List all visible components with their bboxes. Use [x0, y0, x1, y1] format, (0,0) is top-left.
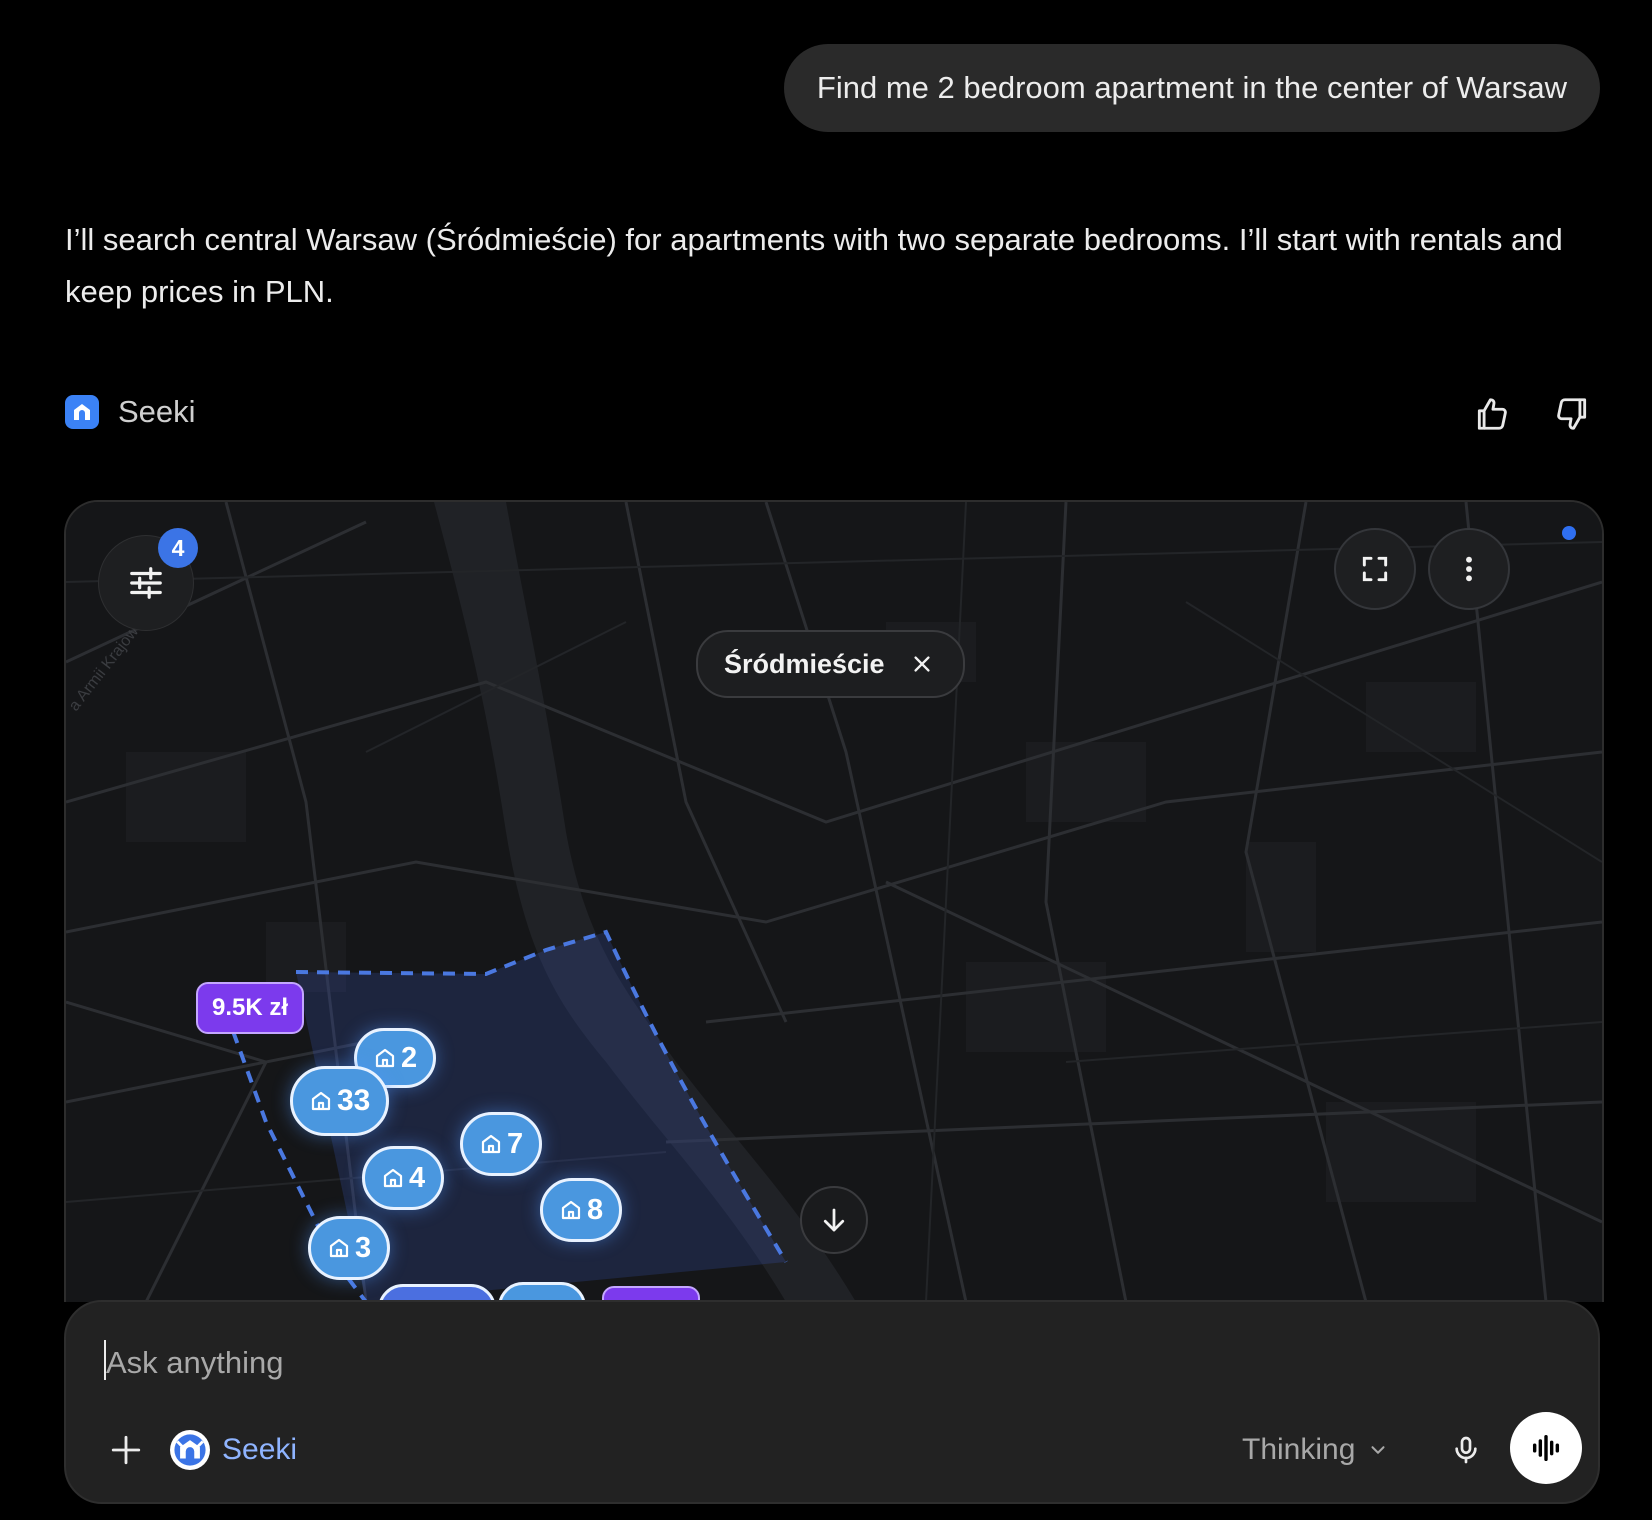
voice-mode-button[interactable] [1510, 1412, 1582, 1484]
map-streets: a Armii Krajowej [66, 502, 1602, 1302]
arrow-down-icon [823, 1208, 845, 1232]
listing-cluster-partial[interactable] [498, 1282, 586, 1302]
source-attribution: Seeki [65, 388, 196, 436]
text-caret [104, 1340, 106, 1380]
thumbs-up-button[interactable] [1470, 392, 1514, 436]
agent-selector[interactable]: Seeki [170, 1426, 297, 1474]
more-vertical-icon [1466, 556, 1472, 582]
listing-cluster[interactable]: 7 [460, 1112, 543, 1176]
thumbs-down-icon [1557, 398, 1587, 430]
more-options-button[interactable] [1428, 528, 1510, 610]
map-widget[interactable]: a Armii Krajowej 4 Śródmieście 9.5K zł 2… [64, 500, 1604, 1302]
filter-count-badge: 4 [158, 528, 198, 568]
ask-input[interactable] [104, 1332, 1208, 1394]
house-icon [559, 1198, 583, 1222]
house-icon [381, 1166, 405, 1190]
listing-cluster[interactable]: 33 [290, 1066, 390, 1136]
seeki-logo-icon [65, 395, 99, 429]
plus-icon [111, 1435, 141, 1465]
add-attachment-button[interactable] [96, 1420, 156, 1480]
thumbs-down-button[interactable] [1550, 392, 1594, 436]
chevron-down-icon [1367, 1439, 1389, 1461]
microphone-icon [1455, 1436, 1477, 1464]
microphone-button[interactable] [1436, 1420, 1496, 1480]
cluster-count: 2 [401, 1041, 418, 1074]
listing-cluster[interactable]: 3 [308, 1216, 391, 1280]
mode-label: Thinking [1242, 1433, 1356, 1466]
price-pin[interactable]: 9.5K zł [196, 982, 305, 1034]
source-name: Seeki [118, 394, 196, 429]
cluster-count: 33 [337, 1084, 371, 1117]
fullscreen-button[interactable] [1334, 528, 1416, 610]
sliders-icon [130, 567, 162, 599]
cluster-count: 7 [507, 1127, 524, 1160]
district-chip-label: Śródmieście [724, 648, 885, 679]
thumbs-up-icon [1477, 398, 1507, 430]
cluster-count: 8 [587, 1193, 604, 1226]
house-icon [327, 1236, 351, 1260]
listing-cluster[interactable]: 8 [540, 1178, 623, 1242]
house-icon [373, 1046, 397, 1070]
agent-name: Seeki [222, 1433, 298, 1466]
chat-composer: Seeki Thinking [64, 1300, 1600, 1504]
house-icon [309, 1089, 333, 1113]
fullscreen-icon [1362, 556, 1388, 582]
close-icon[interactable] [911, 653, 933, 675]
cluster-count: 3 [355, 1231, 372, 1264]
cluster-count: 4 [409, 1161, 426, 1194]
house-icon [479, 1132, 503, 1156]
scroll-down-button[interactable] [800, 1186, 868, 1254]
user-message-bubble: Find me 2 bedroom apartment in the cente… [783, 44, 1600, 132]
status-dot [1562, 526, 1576, 540]
assistant-message: I’ll search central Warsaw (Śródmieście)… [65, 222, 1563, 309]
seeki-avatar-icon [170, 1430, 210, 1470]
listing-cluster[interactable]: 4 [362, 1146, 445, 1210]
district-filter-chip[interactable]: Śródmieście [696, 630, 965, 698]
user-message-text: Find me 2 bedroom apartment in the cente… [816, 70, 1567, 105]
waveform-icon [1532, 1434, 1560, 1462]
mode-selector[interactable]: Thinking [1242, 1426, 1389, 1474]
